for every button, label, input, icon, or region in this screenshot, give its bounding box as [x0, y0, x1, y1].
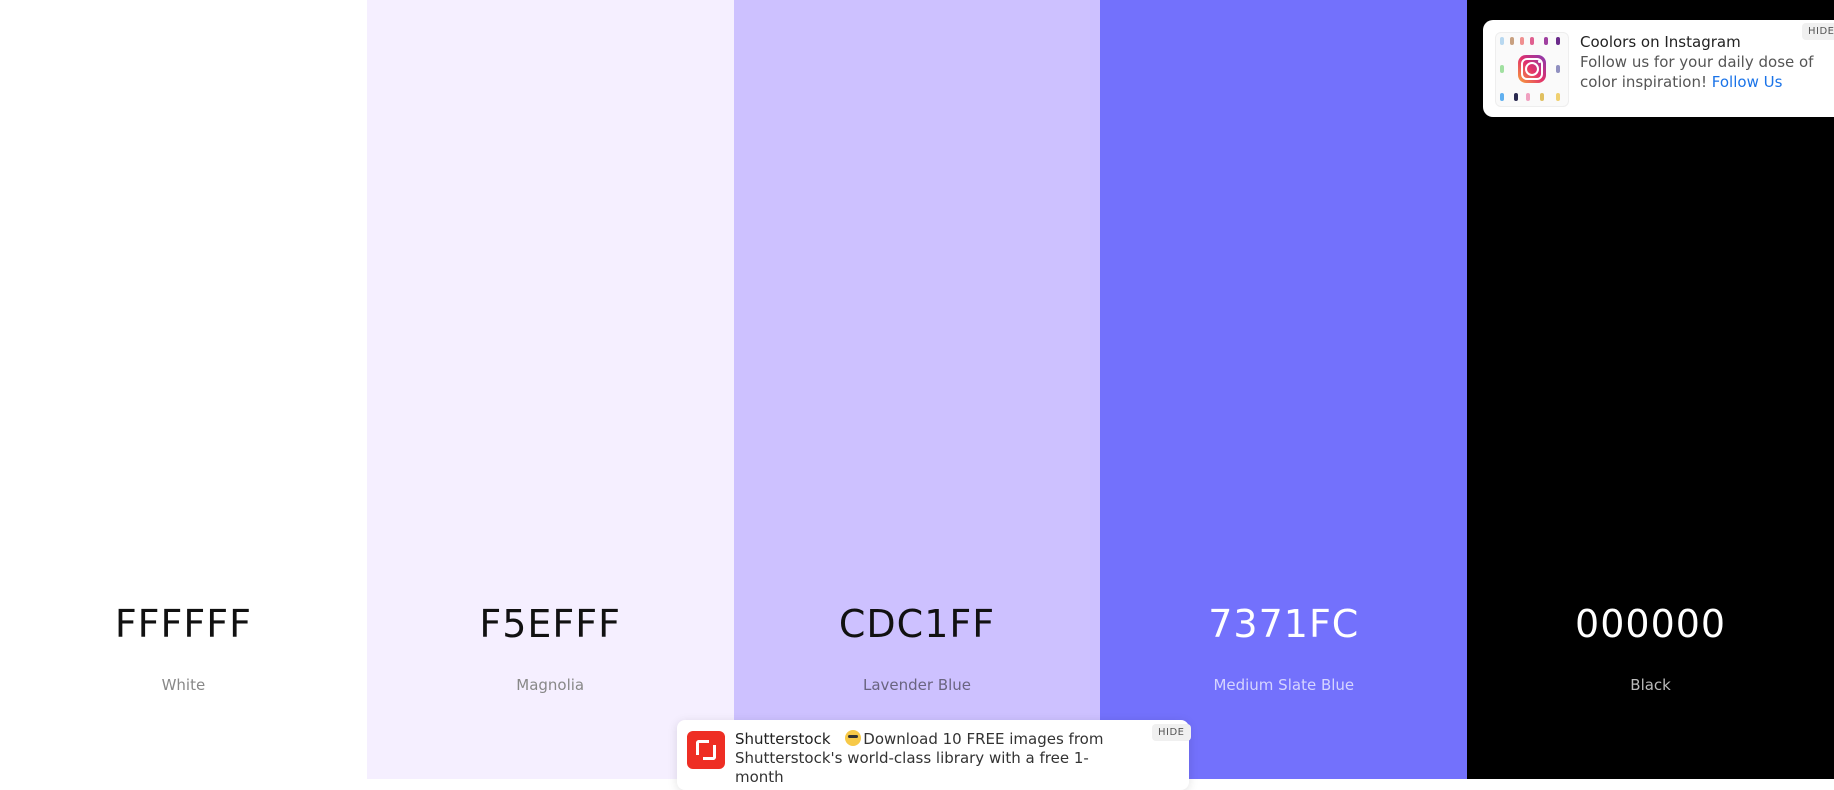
swatch-hex[interactable]: 7371FC — [1100, 602, 1467, 646]
swatch-hex[interactable]: FFFFFF — [0, 602, 367, 646]
instagram-popup-body: Follow us for your daily dose of color i… — [1580, 52, 1820, 92]
swatch-magnolia[interactable]: F5EFFF Magnolia — [366, 0, 734, 779]
swatch-hex[interactable]: F5EFFF — [367, 602, 734, 646]
shutterstock-hide-button[interactable]: HIDE — [1152, 724, 1191, 741]
swatch-white[interactable]: FFFFFF White — [0, 0, 367, 779]
swatch-name: Magnolia — [516, 676, 585, 694]
instagram-popup-title: Coolors on Instagram — [1580, 33, 1741, 51]
instagram-popup[interactable]: Coolors on Instagram Follow us for your … — [1483, 20, 1834, 117]
follow-us-link[interactable]: Follow Us — [1712, 73, 1783, 91]
instagram-hide-button[interactable]: HIDE — [1802, 23, 1834, 40]
shutterstock-logo-icon — [687, 731, 725, 769]
swatch-name: Lavender Blue — [862, 676, 972, 694]
swatch-lavender-blue[interactable]: CDC1FF Lavender Blue — [733, 0, 1101, 779]
swatch-name: White — [161, 676, 206, 694]
shutterstock-brand: Shutterstock — [735, 730, 831, 748]
shutterstock-popup-text: Shutterstock Download 10 FREE images fro… — [735, 730, 1135, 787]
cool-emoji-icon — [845, 730, 862, 746]
swatch-name: Black — [1630, 676, 1671, 694]
swatch-name: Medium Slate Blue — [1213, 676, 1355, 694]
swatch-hex[interactable]: CDC1FF — [734, 602, 1101, 646]
swatch-hex[interactable]: 000000 — [1467, 602, 1834, 646]
instagram-thumbnail — [1495, 32, 1569, 107]
swatch-medium-slate-blue[interactable]: 7371FC Medium Slate Blue — [1100, 0, 1468, 779]
shutterstock-popup[interactable]: Shutterstock Download 10 FREE images fro… — [677, 720, 1191, 790]
instagram-icon — [1518, 55, 1546, 83]
